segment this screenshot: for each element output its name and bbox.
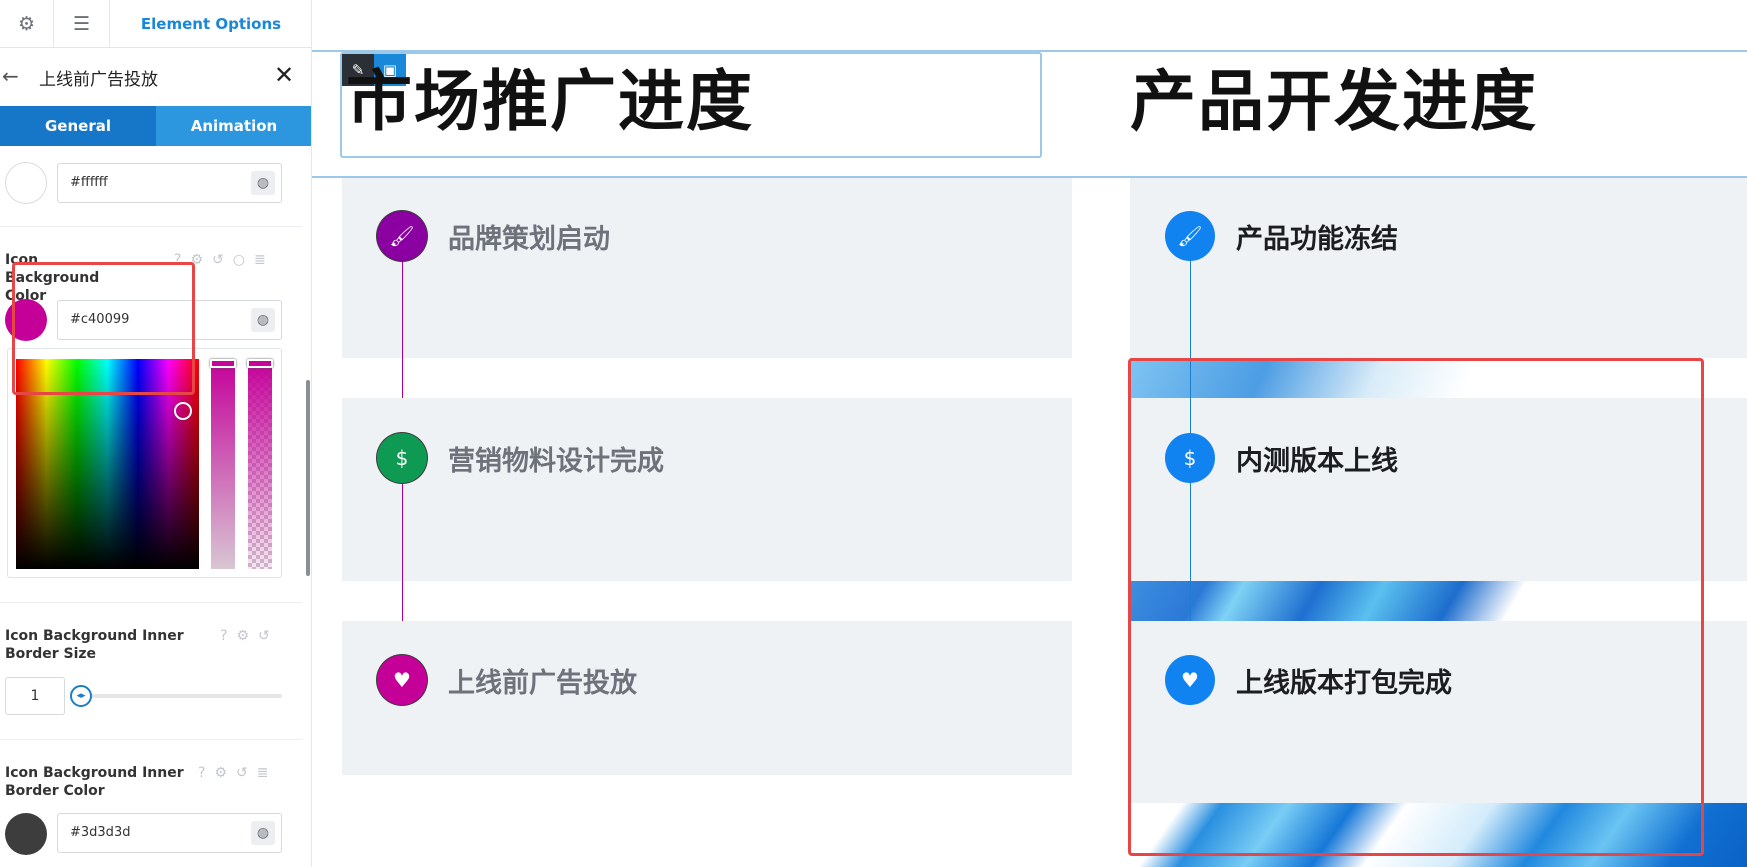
- reset-icon[interactable]: ↺: [258, 628, 270, 644]
- close-icon[interactable]: ✕: [272, 61, 296, 89]
- panel-topbar: ⚙ ☰ Element Options: [0, 0, 311, 48]
- timeline-item-title: 产品功能冻结: [1236, 224, 1398, 255]
- page-canvas: ✎ ▣ 市场推广进度 产品开发进度 🖌 品牌策划启动 $ 营销物料设计完成 ♥ …: [312, 0, 1747, 867]
- timeline-card[interactable]: [1130, 178, 1747, 358]
- panel-title: 上线前广告投放: [39, 70, 158, 90]
- reset-icon[interactable]: ↺: [236, 765, 248, 781]
- heart-icons: ♥: [1165, 655, 1215, 705]
- heart-icons: ♥: [377, 655, 427, 705]
- color-value: #c40099: [70, 312, 130, 327]
- panel-scrollbar[interactable]: [306, 380, 310, 576]
- slider-handle-icon[interactable]: ◂▸: [70, 685, 92, 707]
- timeline-item-title: 品牌策划启动: [448, 224, 610, 255]
- timeline-card[interactable]: [1130, 621, 1747, 803]
- divider: [0, 226, 302, 227]
- border-size-input[interactable]: 1: [5, 677, 65, 715]
- settings-gear-icon[interactable]: ⚙: [0, 0, 54, 48]
- color-input-inner-border[interactable]: #3d3d3d ◍: [57, 813, 282, 853]
- tab-animation[interactable]: Animation: [156, 106, 311, 146]
- hue-handle[interactable]: [210, 359, 236, 368]
- gear-icon[interactable]: ⚙: [236, 628, 249, 644]
- element-options-tab[interactable]: Element Options: [110, 0, 311, 48]
- right-heading[interactable]: 产品开发进度: [1130, 62, 1538, 142]
- timeline-item-title: 上线版本打包完成: [1236, 668, 1452, 699]
- sliders-icon[interactable]: ☰: [54, 0, 110, 48]
- alpha-handle[interactable]: [247, 359, 273, 368]
- panel-tabs: General Animation: [0, 106, 311, 146]
- field-tools: ? ⚙ ↺ ≣: [198, 765, 268, 781]
- color-value: #3d3d3d: [70, 825, 131, 840]
- timeline-connector: [402, 480, 403, 621]
- database-icon[interactable]: ≣: [257, 765, 269, 781]
- saturation-value-area[interactable]: [16, 359, 199, 569]
- global-color-icon[interactable]: ◍: [251, 171, 275, 195]
- timeline-item-title: 营销物料设计完成: [448, 446, 664, 477]
- color-picker: [7, 348, 282, 578]
- color-picker-knob[interactable]: [174, 402, 192, 420]
- help-icon[interactable]: ?: [198, 765, 205, 781]
- timeline-card[interactable]: [342, 178, 1072, 358]
- divider: [0, 739, 302, 740]
- gear-icon[interactable]: ⚙: [190, 252, 203, 268]
- element-options-panel: ⚙ ☰ Element Options ← 上线前广告投放 ✕ General …: [0, 0, 312, 867]
- timeline-card[interactable]: [342, 398, 1072, 581]
- color-swatch-magenta[interactable]: [5, 299, 47, 341]
- reset-icon[interactable]: ↺: [212, 252, 224, 268]
- alpha-slider[interactable]: [247, 359, 273, 569]
- paintbrush-icon: 🖌: [1165, 211, 1215, 261]
- field-tools: ? ⚙ ↺ ○ ≣: [174, 252, 266, 268]
- background-image-strip: [1130, 581, 1747, 621]
- circle-icon[interactable]: ○: [233, 252, 245, 268]
- invoice-icon: $: [1165, 433, 1215, 483]
- border-size-track[interactable]: [78, 694, 282, 698]
- gear-icon[interactable]: ⚙: [214, 765, 227, 781]
- timeline-item-title: 内测版本上线: [1236, 446, 1398, 477]
- inner-border-size-label: Icon Background Inner Border Size: [5, 628, 184, 662]
- color-swatch-white[interactable]: [5, 162, 47, 204]
- paintbrush-icon: 🖌: [377, 211, 427, 261]
- global-color-icon[interactable]: ◍: [251, 308, 275, 332]
- color-input-white[interactable]: #ffffff ◍: [57, 163, 282, 203]
- left-heading[interactable]: 市场推广进度: [346, 62, 754, 142]
- icon-bg-color-label: Icon Background Color: [5, 252, 100, 304]
- hue-slider[interactable]: [210, 359, 236, 569]
- color-input-icon-bg[interactable]: #c40099 ◍: [57, 300, 282, 340]
- background-image-strip: [1130, 803, 1747, 867]
- background-image-strip: [1130, 358, 1747, 398]
- field-tools: ? ⚙ ↺: [220, 628, 270, 644]
- timeline-connector: [1190, 236, 1191, 621]
- timeline-card[interactable]: [1130, 398, 1747, 581]
- inner-border-color-label: Icon Background Inner Border Color: [5, 765, 184, 799]
- color-value: #ffffff: [70, 175, 108, 190]
- panel-header: ← 上线前广告投放 ✕: [0, 48, 311, 106]
- help-icon[interactable]: ?: [220, 628, 227, 644]
- help-icon[interactable]: ?: [174, 252, 181, 268]
- timeline-item-title: 上线前广告投放: [448, 668, 637, 699]
- back-arrow-icon[interactable]: ←: [2, 64, 22, 88]
- database-icon[interactable]: ≣: [254, 252, 266, 268]
- divider: [0, 602, 302, 603]
- color-swatch-dark[interactable]: [5, 813, 47, 855]
- global-color-icon[interactable]: ◍: [251, 821, 275, 845]
- tab-general[interactable]: General: [0, 106, 156, 146]
- invoice-icon: $: [377, 433, 427, 483]
